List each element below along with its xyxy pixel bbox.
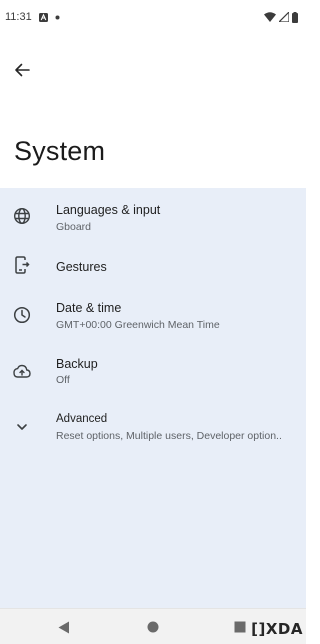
list-item-backup[interactable]: Backup Off	[0, 348, 306, 398]
clock-icon	[12, 305, 32, 325]
item-title: Gestures	[56, 260, 107, 274]
item-subtitle: Off	[56, 374, 70, 386]
list-item-languages-input[interactable]: Languages & input Gboard	[0, 191, 306, 241]
nav-recents-button[interactable]	[232, 619, 248, 635]
back-button[interactable]	[8, 56, 36, 84]
settings-list: Languages & input Gboard Gestures Date &…	[0, 188, 306, 608]
item-title: Advanced	[56, 413, 108, 425]
cloud-backup-icon	[12, 361, 32, 381]
nav-back-button[interactable]	[56, 619, 72, 635]
battery-icon	[292, 11, 298, 23]
recents-square-icon	[234, 621, 246, 633]
status-bar: 11:31	[0, 0, 306, 34]
item-title: Backup	[56, 357, 98, 371]
item-subtitle: Gboard	[56, 221, 92, 233]
screen: 11:31 System Languages & input Gboard Ge…	[0, 0, 306, 644]
item-title: Languages & input	[56, 203, 161, 217]
list-item-gestures[interactable]: Gestures	[0, 241, 306, 291]
signal-icon	[279, 12, 289, 22]
notification-a-icon	[38, 12, 48, 22]
nav-home-button[interactable]	[145, 619, 161, 635]
status-right	[264, 11, 298, 23]
item-subtitle: Reset options, Multiple users, Developer…	[56, 430, 282, 442]
item-title: Date & time	[56, 301, 122, 315]
globe-icon	[12, 206, 32, 226]
arrow-back-icon	[14, 62, 30, 78]
list-item-advanced[interactable]: Advanced Reset options, Multiple users, …	[0, 404, 306, 454]
chevron-down-icon	[12, 417, 32, 437]
dot-icon	[55, 15, 60, 20]
back-triangle-icon	[58, 621, 70, 634]
wifi-icon	[264, 12, 276, 22]
page-title: System	[14, 136, 106, 166]
item-subtitle: GMT+00:00 Greenwich Mean Time	[56, 319, 220, 331]
watermark-logo: []XDA	[251, 620, 303, 638]
list-item-date-time[interactable]: Date & time GMT+00:00 Greenwich Mean Tim…	[0, 291, 306, 341]
status-left: 11:31	[5, 11, 60, 23]
gestures-phone-icon	[12, 255, 32, 275]
status-time: 11:31	[5, 11, 32, 23]
home-circle-icon	[147, 621, 159, 633]
